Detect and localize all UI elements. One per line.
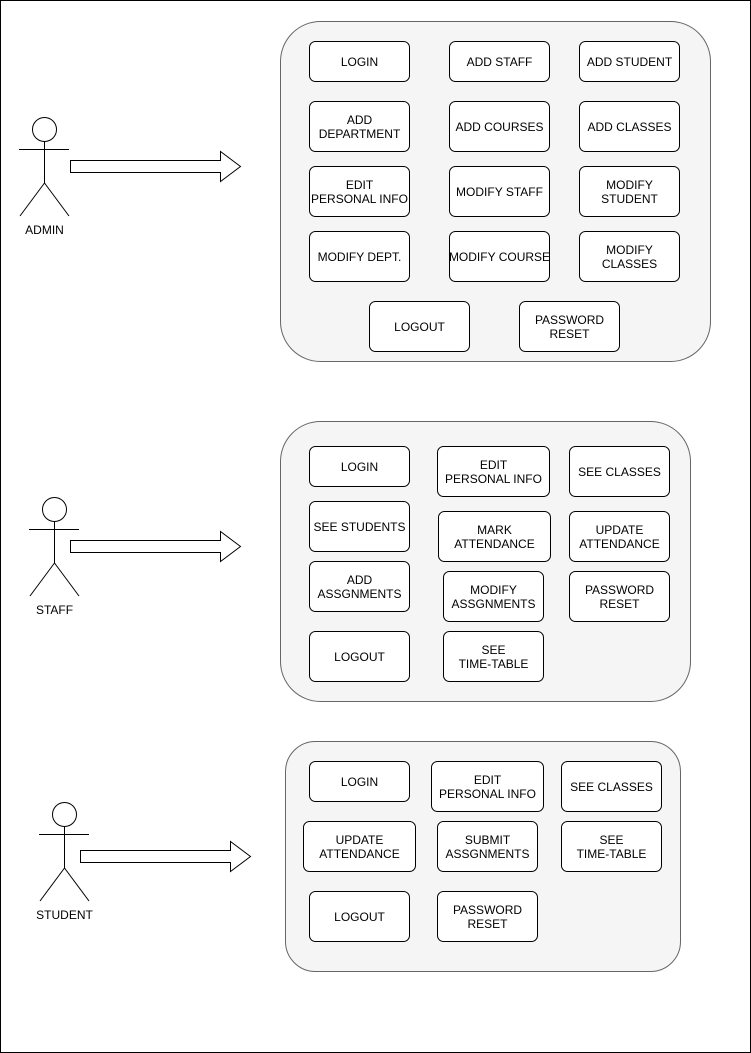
action-box: MODIFY DEPT. [309, 231, 410, 282]
action-box: LOGOUT [309, 891, 410, 942]
action-label: MODIFY DEPT. [318, 250, 402, 264]
action-box: LOGIN [309, 41, 410, 82]
action-label: MODIFY STAFF [456, 185, 543, 199]
action-box: UPDATE ATTENDANCE [569, 511, 670, 562]
action-box: ADD CLASSES [579, 101, 680, 152]
action-box: SEE CLASSES [561, 761, 662, 812]
action-label: LOGOUT [334, 910, 385, 924]
actor-stick-figure-icon [19, 117, 70, 217]
action-box: SEE STUDENTS [309, 501, 410, 552]
action-box: LOGIN [309, 761, 410, 802]
action-box: EDIT PERSONAL INFO [309, 166, 410, 217]
actor-group-admin: ADMIN LOGIN ADD STAFF ADD STUDENT ADD DEPARTM… [19, 21, 711, 362]
action-label: LOGOUT [394, 320, 445, 334]
action-box: SEE CLASSES [569, 446, 670, 497]
action-box: MODIFY ASSGNMENTS [443, 571, 544, 622]
actor-group-staff: STAFF LOGIN EDIT PERSONAL INFO SEE CLASSES SE… [29, 421, 691, 702]
action-box: SEE TIME-TABLE [443, 631, 544, 682]
action-box: PASSWORD RESET [437, 891, 538, 942]
action-label: SEE CLASSES [578, 465, 661, 479]
action-box: PASSWORD RESET [519, 301, 620, 352]
action-label: MODIFY COURSE [449, 250, 550, 264]
action-label: ADD STAFF [467, 55, 533, 69]
action-box: SEE TIME-TABLE [561, 821, 662, 872]
action-label: SEE STUDENTS [313, 520, 405, 534]
arrow-right-icon [70, 150, 242, 183]
action-box: PASSWORD RESET [569, 571, 670, 622]
action-box: ADD STAFF [449, 41, 550, 82]
action-label: ADD COURSES [455, 120, 543, 134]
action-label: MODIFY STUDENT [601, 178, 658, 206]
action-box: MODIFY STUDENT [579, 166, 680, 217]
actor-group-student: STUDENT LOGIN EDIT PERSONAL INFO SEE CLASSES… [36, 741, 681, 972]
action-label: LOGIN [341, 775, 378, 789]
action-label: SEE CLASSES [570, 780, 653, 794]
action-box: ADD DEPARTMENT [309, 101, 410, 152]
use-case-diagram: ADMIN LOGIN ADD STAFF ADD STUDENT ADD DEPARTM… [0, 0, 751, 1053]
action-box: EDIT PERSONAL INFO [431, 761, 544, 812]
arrow-right-icon [80, 840, 252, 873]
action-label: MODIFY CLASSES [602, 243, 657, 271]
action-box: LOGOUT [309, 631, 410, 682]
action-box: MODIFY COURSE [449, 231, 550, 282]
action-box: LOGOUT [369, 301, 470, 352]
action-label: ADD CLASSES [587, 120, 671, 134]
action-box: ADD ASSGNMENTS [309, 561, 410, 612]
action-box: MODIFY CLASSES [579, 231, 680, 282]
action-label: LOGOUT [334, 650, 385, 664]
actor-label: STUDENT [36, 908, 93, 922]
diagram-canvas: ADMIN LOGIN ADD STAFF ADD STUDENT ADD DEPARTM… [19, 21, 711, 972]
action-box: LOGIN [309, 446, 410, 487]
action-label: ADD STUDENT [587, 55, 673, 69]
action-box: ADD COURSES [449, 101, 550, 152]
action-label: LOGIN [341, 55, 378, 69]
action-box: MODIFY STAFF [449, 166, 550, 217]
action-box: EDIT PERSONAL INFO [437, 446, 550, 497]
action-box: MARK ATTENDANCE [438, 511, 551, 562]
action-box: SUBMIT ASSGNMENTS [437, 821, 538, 872]
actor-label: ADMIN [25, 223, 64, 237]
action-label: LOGIN [341, 460, 378, 474]
actor-label: STAFF [36, 603, 73, 617]
action-box: ADD STUDENT [579, 41, 680, 82]
action-box: UPDATE ATTENDANCE [303, 821, 416, 872]
arrow-right-icon [70, 530, 242, 563]
